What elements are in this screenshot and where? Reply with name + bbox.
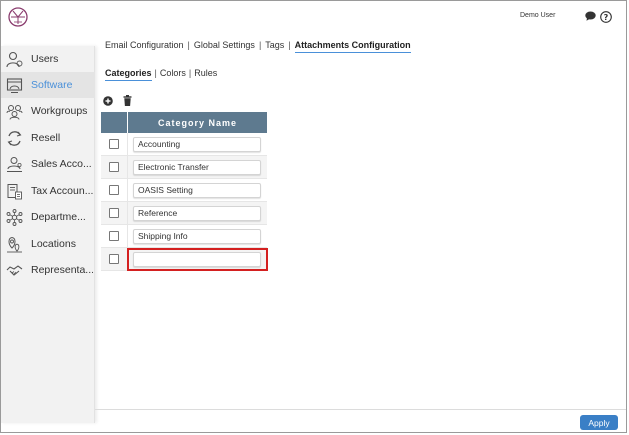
sidebar-item-label: Software	[31, 79, 73, 91]
table-row: Electronic Transfer	[101, 156, 267, 179]
sidebar-item-departments[interactable]: Departme...	[1, 204, 95, 230]
workgroups-icon	[6, 104, 23, 120]
row-checkbox[interactable]	[109, 139, 119, 149]
category-name-cell: Electronic Transfer	[128, 156, 267, 178]
category-name-cell: Shipping Info	[128, 225, 267, 247]
sidebar-item-label: Locations	[31, 238, 76, 250]
chat-icon[interactable]	[585, 11, 596, 21]
row-checkbox-cell	[101, 248, 128, 270]
locations-icon	[7, 236, 22, 252]
sidebar-item-tax-accounts[interactable]: Tax Accoun...	[1, 178, 95, 204]
sidebar: Users Software Workgroups Resell Sales A…	[1, 46, 95, 423]
sidebar-item-label: Representa...	[31, 264, 93, 276]
trash-icon[interactable]	[123, 95, 132, 106]
table-row: OASIS Setting	[101, 179, 267, 202]
app-window: Demo User ? Users Software Workgroups Re…	[0, 0, 627, 433]
subtab-rules[interactable]: Rules	[194, 68, 217, 78]
category-name-cell: Accounting	[128, 133, 267, 155]
category-name-input[interactable]: OASIS Setting	[133, 182, 261, 198]
select-all-column	[101, 112, 128, 133]
row-checkbox[interactable]	[109, 231, 119, 241]
sidebar-item-locations[interactable]: Locations	[1, 231, 95, 257]
sidebar-item-label: Sales Acco...	[31, 158, 92, 170]
sidebar-item-label: Resell	[31, 132, 61, 144]
category-name-cell: OASIS Setting	[128, 179, 267, 201]
tab-separator: |	[288, 40, 291, 50]
users-icon	[6, 51, 23, 67]
representatives-icon	[6, 264, 23, 276]
attachment-subtabs: Categories | Colors | Rules	[105, 68, 217, 81]
resell-icon	[7, 130, 22, 146]
user-name[interactable]: Demo User	[520, 12, 555, 19]
add-icon[interactable]	[103, 96, 113, 106]
table-header: Category Name	[101, 112, 267, 133]
category-name-cell: Reference	[128, 202, 267, 224]
svg-text:?: ?	[604, 13, 609, 22]
app-header: Demo User ?	[1, 1, 626, 35]
column-header-category-name[interactable]: Category Name	[128, 112, 267, 133]
tax-accounts-icon	[7, 183, 22, 199]
apply-button[interactable]: Apply	[580, 415, 618, 430]
subtab-colors[interactable]: Colors	[160, 68, 186, 78]
sidebar-item-workgroups[interactable]: Workgroups	[1, 98, 95, 124]
category-name-input[interactable]: Electronic Transfer	[133, 159, 261, 175]
row-checkbox-cell	[101, 156, 128, 178]
sidebar-item-label: Users	[31, 53, 59, 65]
sidebar-item-sales-accounts[interactable]: Sales Acco...	[1, 151, 95, 177]
sidebar-item-users[interactable]: Users	[1, 46, 95, 72]
sidebar-item-label: Departme...	[31, 211, 86, 223]
sidebar-item-software[interactable]: Software	[1, 72, 95, 98]
table-row: Shipping Info	[101, 225, 267, 248]
sales-accounts-icon	[7, 156, 22, 172]
sidebar-item-label: Workgroups	[31, 105, 88, 117]
tab-email-configuration[interactable]: Email Configuration	[105, 40, 184, 50]
footer-divider	[95, 409, 626, 410]
software-icon	[6, 77, 23, 93]
row-checkbox[interactable]	[109, 162, 119, 172]
tab-separator: |	[258, 40, 262, 50]
row-checkbox-cell	[101, 202, 128, 224]
category-name-input[interactable]: Reference	[133, 205, 261, 221]
config-tabs: Email Configuration | Global Settings | Tags…	[105, 40, 411, 53]
subtab-categories[interactable]: Categories	[105, 68, 152, 81]
category-name-input[interactable]: Accounting	[133, 136, 261, 152]
row-checkbox-cell	[101, 179, 128, 201]
tab-global-settings[interactable]: Global Settings	[194, 40, 255, 50]
row-checkbox[interactable]	[109, 185, 119, 195]
table-row: Reference	[101, 202, 267, 225]
row-checkbox[interactable]	[109, 254, 119, 264]
help-icon[interactable]: ?	[600, 11, 612, 23]
departments-icon	[6, 208, 23, 226]
logo-icon[interactable]	[8, 7, 28, 27]
tab-attachments-configuration[interactable]: Attachments Configuration	[294, 40, 411, 53]
row-checkbox-cell	[101, 225, 128, 247]
row-checkbox[interactable]	[109, 208, 119, 218]
table-row: Accounting	[101, 133, 267, 156]
sidebar-item-label: Tax Accoun...	[31, 185, 93, 197]
highlight-box	[127, 248, 268, 271]
tab-tags[interactable]: Tags	[265, 40, 284, 50]
tab-separator: |	[154, 68, 157, 78]
row-checkbox-cell	[101, 133, 128, 155]
sidebar-item-representatives[interactable]: Representa...	[1, 257, 95, 283]
tab-separator: |	[188, 68, 192, 78]
tab-separator: |	[187, 40, 190, 50]
category-name-input[interactable]: Shipping Info	[133, 228, 261, 244]
sidebar-item-resell[interactable]: Resell	[1, 125, 95, 151]
